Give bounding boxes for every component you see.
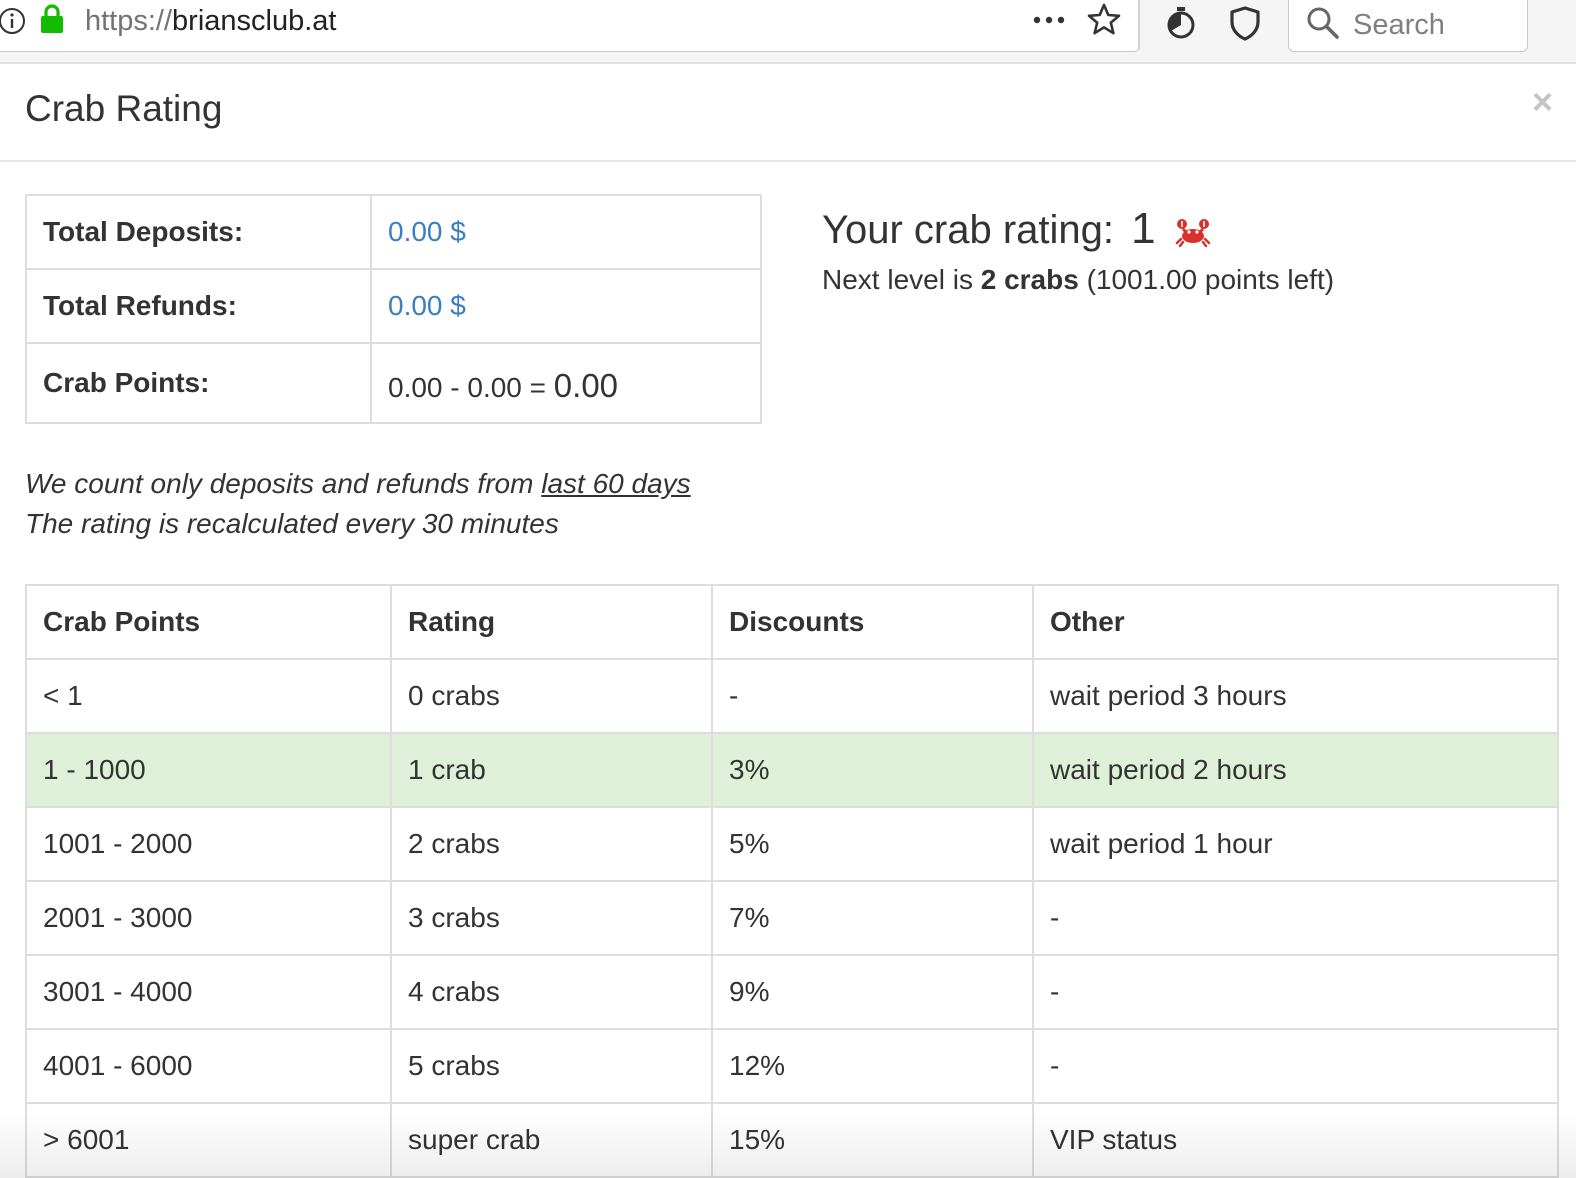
discount-cell: 12% (711, 1028, 1034, 1104)
more-icon[interactable] (1029, 5, 1069, 35)
crab-points-formula: 0.00 - 0.00 = (388, 372, 554, 403)
rating-cell: 3 crabs (390, 880, 713, 956)
rating-cell: 4 crabs (390, 954, 713, 1030)
search-placeholder: Search (1353, 9, 1445, 41)
rating-levels-table: Crab Points Rating Discounts Other < 10 … (25, 584, 1559, 1178)
column-header-rating: Rating (390, 584, 713, 660)
table-row: 1 - 1000 1 crab 3% wait period 2 hours (25, 732, 1559, 808)
shield-icon[interactable] (1226, 4, 1264, 42)
table-row: 2001 - 3000 3 crabs 7% - (25, 880, 1559, 956)
column-header-other: Other (1032, 584, 1559, 660)
table-header-row: Crab Points Rating Discounts Other (25, 584, 1559, 660)
url-scheme: https:// (85, 5, 173, 37)
crab-points-cell: < 1 (25, 658, 392, 734)
timer-icon[interactable] (1162, 4, 1200, 42)
deposit-window-note: We count only deposits and refunds from … (25, 468, 691, 500)
crab-points-result: 0.00 (553, 367, 619, 404)
discount-cell: - (711, 658, 1034, 734)
table-row: > 6001 super crab 15% VIP status (25, 1102, 1559, 1178)
crab-points-label: Crab Points: (25, 342, 372, 424)
url-text[interactable]: https://briansclub.at (85, 5, 336, 38)
other-cell: wait period 2 hours (1032, 732, 1559, 808)
search-input[interactable]: Search (1288, 0, 1528, 52)
url-host: briansclub.at (172, 5, 337, 37)
recalculation-note: The rating is recalculated every 30 minu… (25, 508, 559, 539)
last-60-days-link[interactable]: last 60 days (541, 468, 690, 499)
other-cell: wait period 1 hour (1032, 806, 1559, 882)
rating-levels-body: < 10 crabs - wait period 3 hours 1 - 1000 1 … (25, 658, 1559, 1178)
next-level-prefix: Next level is (822, 264, 981, 295)
rating-cell: 2 crabs (390, 806, 713, 882)
next-level-text: Next level is 2 crabs (1001.00 points le… (822, 264, 1334, 296)
summary-row-points: Crab Points: 0.00 - 0.00 = 0.00 (25, 342, 762, 424)
crab-points-cell: > 6001 (25, 1102, 392, 1178)
column-header-discounts: Discounts (711, 584, 1034, 660)
table-row: 3001 - 4000 4 crabs 9% - (25, 954, 1559, 1030)
discount-cell: 9% (711, 954, 1034, 1030)
rating-cell: 0 crabs (390, 658, 713, 734)
deposit-window-text: We count only deposits and refunds from (25, 468, 542, 499)
search-icon (1307, 7, 1339, 39)
star-icon[interactable] (1085, 1, 1123, 39)
crab-points-cell: 3001 - 4000 (25, 954, 392, 1030)
other-cell: - (1032, 880, 1559, 956)
browser-toolbar: https://briansclub.at Search (0, 0, 1576, 64)
table-row: 1001 - 2000 2 crabs 5% wait period 1 hour (25, 806, 1559, 882)
summary-table: Total Deposits: 0.00 $ Total Refunds: 0.… (25, 194, 762, 424)
rating-cell: 5 crabs (390, 1028, 713, 1104)
discount-cell: 3% (711, 732, 1034, 808)
total-refunds-value: 0.00 $ (370, 268, 762, 344)
close-icon[interactable]: × (1532, 84, 1553, 120)
table-row: 4001 - 6000 5 crabs 12% - (25, 1028, 1559, 1104)
rating-cell: 1 crab (390, 732, 713, 808)
toolbar-separator (1138, 0, 1140, 50)
other-cell: VIP status (1032, 1102, 1559, 1178)
lock-icon[interactable] (39, 3, 65, 35)
total-deposits-value: 0.00 $ (370, 194, 762, 270)
total-refunds-label: Total Refunds: (25, 268, 372, 344)
crab-points-cell: 1001 - 2000 (25, 806, 392, 882)
info-icon[interactable] (0, 6, 27, 36)
crab-points-cell: 1 - 1000 (25, 732, 392, 808)
rating-cell: super crab (390, 1102, 713, 1178)
discount-cell: 15% (711, 1102, 1034, 1178)
summary-row-refunds: Total Refunds: 0.00 $ (25, 268, 762, 344)
other-cell: - (1032, 1028, 1559, 1104)
summary-row-deposits: Total Deposits: 0.00 $ (25, 194, 762, 270)
other-cell: - (1032, 954, 1559, 1030)
crab-points-cell: 4001 - 6000 (25, 1028, 392, 1104)
url-bar[interactable]: https://briansclub.at (0, 0, 1140, 52)
next-level-suffix: (1001.00 points left) (1078, 264, 1335, 295)
crab-rating-heading: Your crab rating: 1 (822, 204, 1211, 254)
crab-points-cell: 2001 - 3000 (25, 880, 392, 956)
next-level-name: 2 crabs (980, 264, 1079, 295)
table-row: < 10 crabs - wait period 3 hours (25, 658, 1559, 734)
crab-points-calculation: 0.00 - 0.00 = 0.00 (370, 342, 762, 424)
total-deposits-label: Total Deposits: (25, 194, 372, 270)
modal-title: Crab Rating (25, 88, 223, 129)
column-header-crab-points: Crab Points (25, 584, 392, 660)
discount-cell: 7% (711, 880, 1034, 956)
crab-rating-label: Your crab rating: (822, 208, 1115, 252)
other-cell: wait period 3 hours (1032, 658, 1559, 734)
crab-rating-value: 1 (1131, 204, 1156, 253)
crab-icon (1175, 219, 1210, 247)
modal-header: Crab Rating × (0, 66, 1576, 162)
discount-cell: 5% (711, 806, 1034, 882)
